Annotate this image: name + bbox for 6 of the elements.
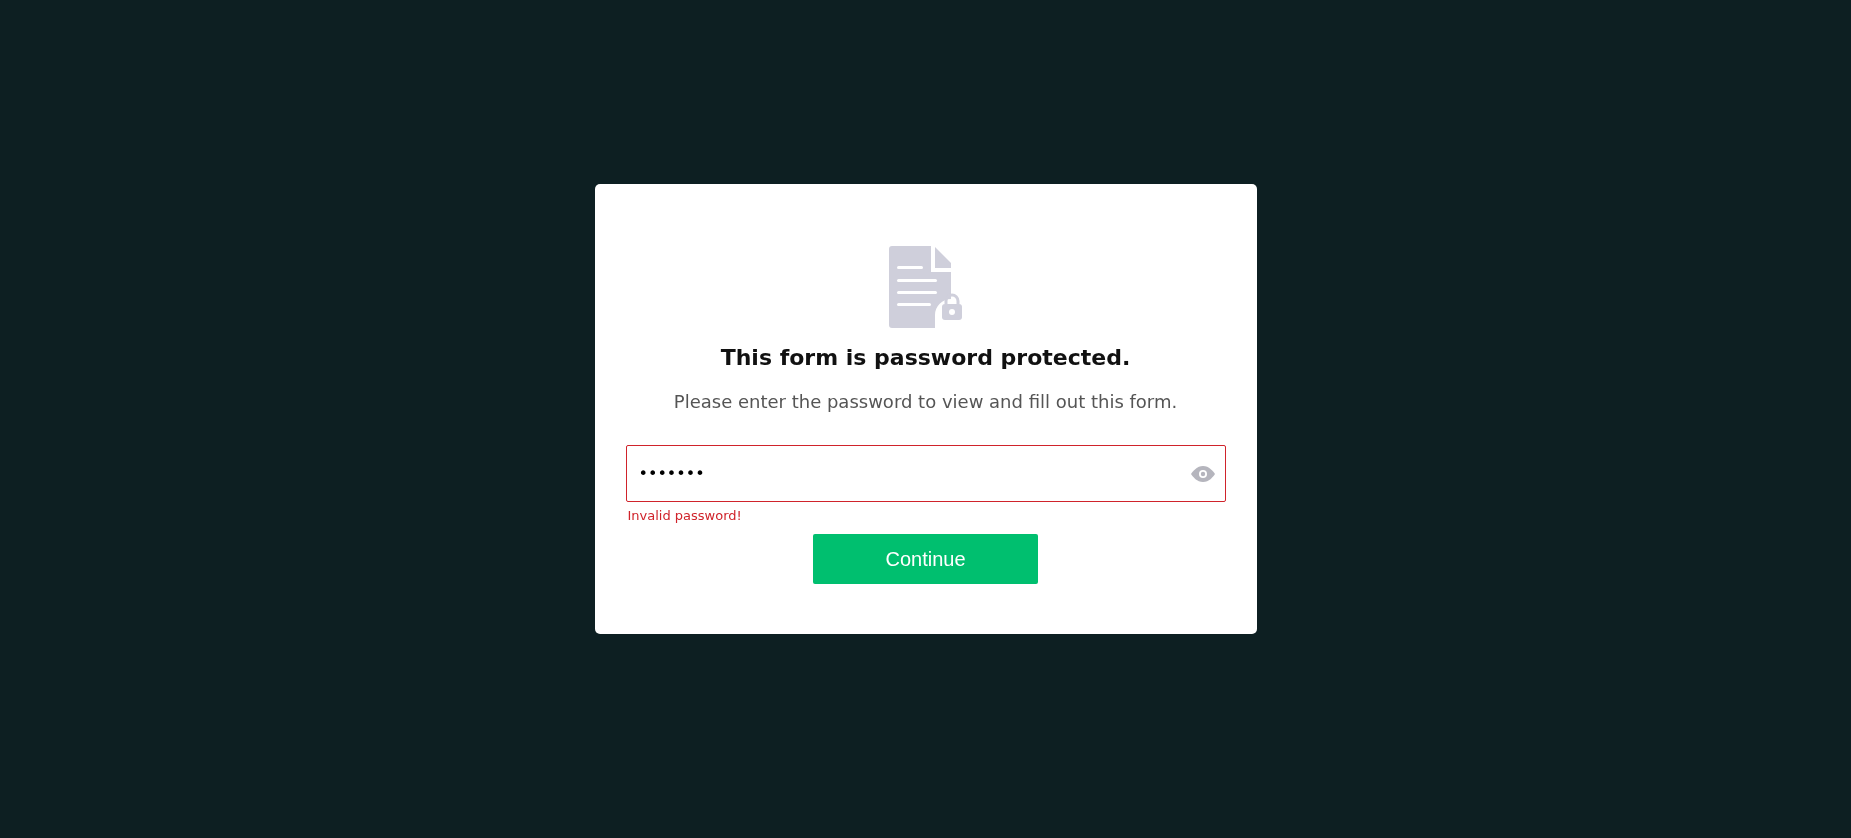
locked-document-icon <box>888 246 963 328</box>
dialog-message: Please enter the password to view and fill out this form. <box>673 390 1178 414</box>
error-message: Invalid password! <box>627 507 742 525</box>
dialog-title: This form is password protected. <box>720 344 1131 372</box>
password-field[interactable]: ••••••• <box>625 445 1226 502</box>
eye-icon[interactable] <box>1190 465 1215 482</box>
